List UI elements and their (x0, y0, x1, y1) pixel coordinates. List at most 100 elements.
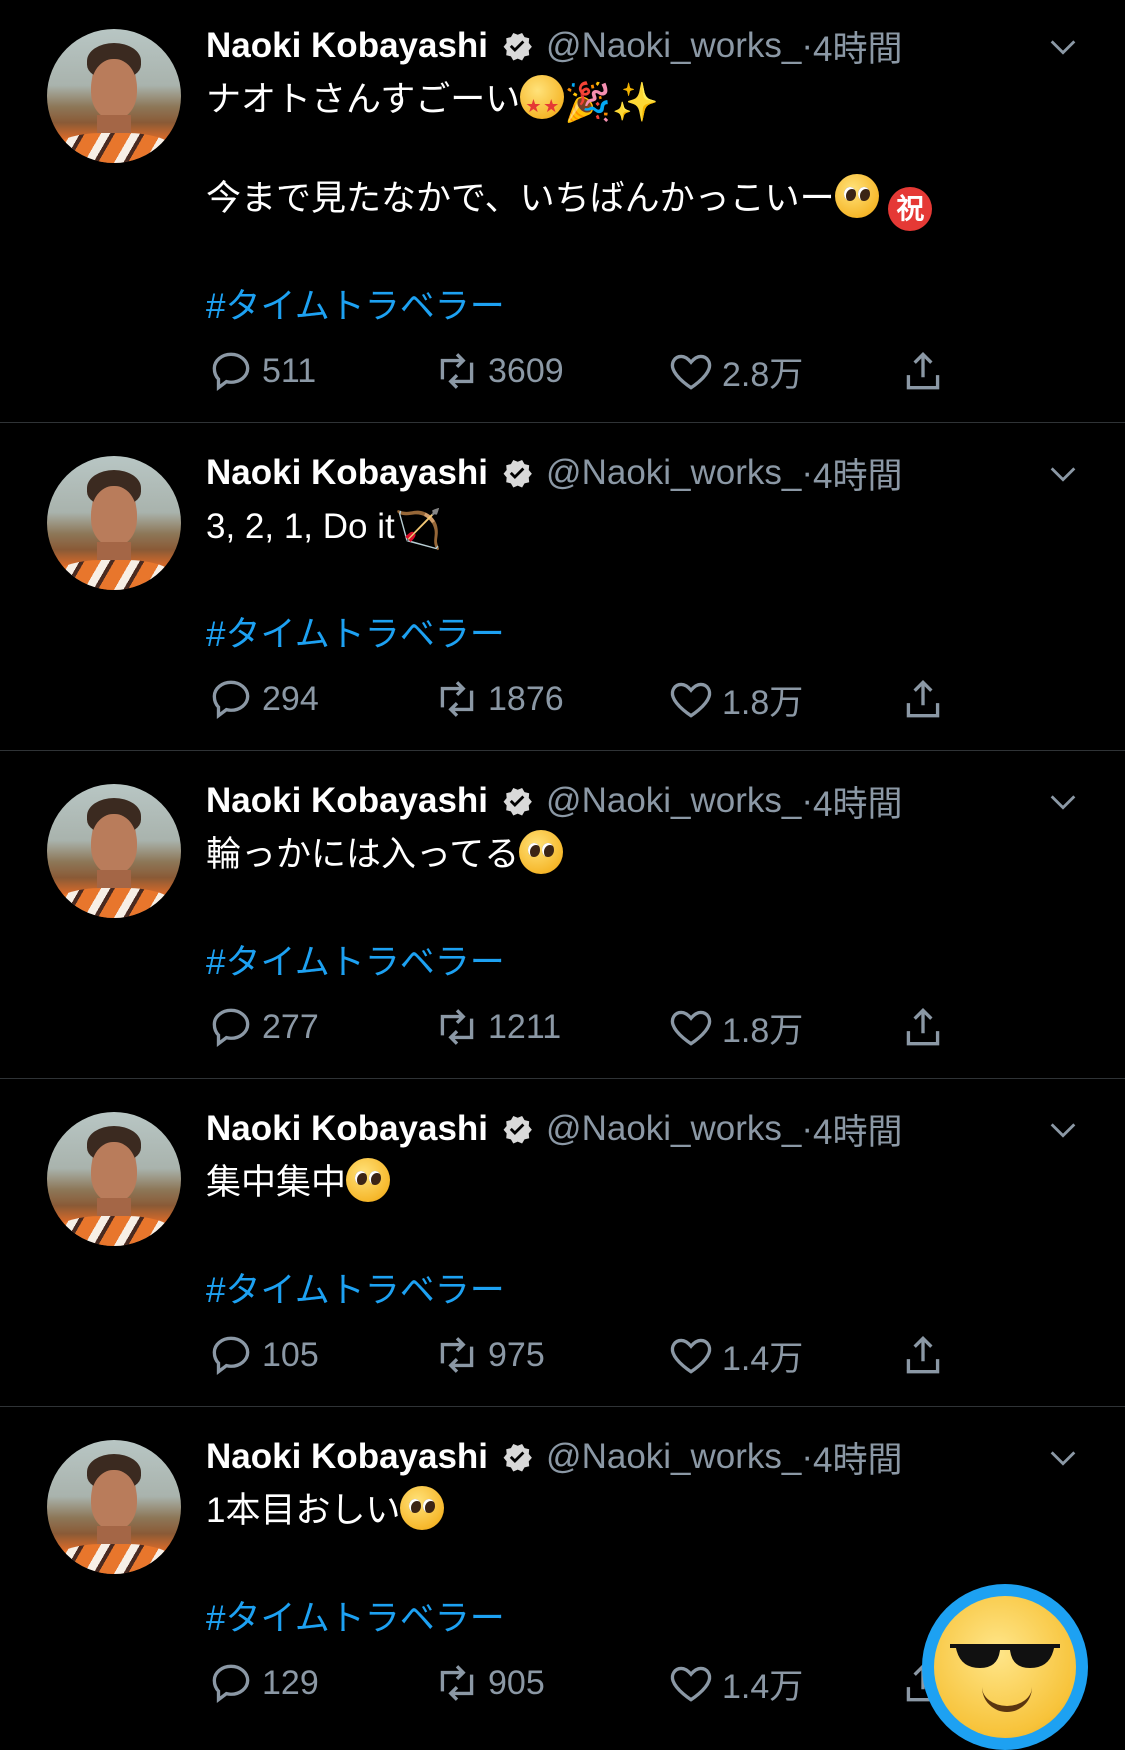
retweet-icon (440, 1665, 474, 1701)
hashtag-link[interactable]: #タイムトラベラー (206, 278, 505, 329)
separator-dot: · (801, 26, 814, 65)
heart-icon (670, 1338, 712, 1374)
avatar[interactable] (47, 1440, 181, 1574)
like-button[interactable]: 1.4万 (666, 1658, 803, 1708)
party-popper-emoji: 🎉 (564, 82, 612, 124)
tweet-text-line: 今まで見たなかで、いちばんかっこいー 祝 (206, 174, 933, 231)
pleading-face-emoji (834, 174, 879, 218)
reply-count: 105 (262, 1335, 319, 1374)
chevron-down-icon[interactable] (1046, 1113, 1080, 1147)
avatar[interactable] (47, 784, 181, 918)
like-button[interactable]: 1.4万 (666, 1330, 803, 1380)
tweet-header: Naoki Kobayashi @Naoki_works_ · 4時間 (206, 781, 903, 824)
reply-icon (212, 680, 250, 720)
share-button[interactable] (898, 346, 954, 396)
tweet[interactable]: Naoki Kobayashi @Naoki_works_ · 4時間 ナオトさ… (0, 0, 1125, 423)
retweet-button[interactable]: 1876 (432, 674, 564, 724)
avatar[interactable] (47, 1112, 181, 1246)
retweet-count: 1876 (488, 679, 564, 718)
like-count: 1.8万 (722, 683, 804, 722)
retweet-button[interactable]: 905 (432, 1658, 545, 1708)
tweet-time[interactable]: 4時間 (813, 21, 902, 72)
author-handle[interactable]: @Naoki_works_ (546, 26, 801, 66)
tweet[interactable]: Naoki Kobayashi @Naoki_works_ · 4時間 輪っかに… (0, 751, 1125, 1079)
tweet-time[interactable]: 4時間 (813, 1104, 902, 1155)
share-icon (906, 1007, 940, 1046)
tweet-actions: 277 1211 1.8万 (206, 1002, 1026, 1052)
like-button[interactable]: 1.8万 (666, 674, 803, 724)
separator-dot: · (801, 1437, 814, 1476)
author-handle[interactable]: @Naoki_works_ (546, 453, 801, 493)
hashtag-link[interactable]: #タイムトラベラー (206, 606, 505, 657)
share-icon (906, 1335, 940, 1374)
author-name[interactable]: Naoki Kobayashi (206, 453, 488, 493)
smile-mouth (982, 1684, 1032, 1712)
reply-icon (212, 1008, 250, 1048)
author-name[interactable]: Naoki Kobayashi (206, 781, 488, 821)
tweet-actions: 511 3609 2.8万 (206, 346, 1026, 396)
chevron-down-icon[interactable] (1046, 30, 1080, 64)
sunglasses-icon (950, 1644, 1060, 1668)
like-count: 1.4万 (722, 1667, 804, 1706)
tweet-text-line: 集中集中 (206, 1158, 391, 1208)
like-button[interactable]: 1.8万 (666, 1002, 803, 1052)
verified-icon (503, 1115, 532, 1144)
verified-icon (503, 1443, 532, 1472)
separator-dot: · (801, 453, 814, 492)
share-button[interactable] (898, 1330, 954, 1380)
like-button[interactable]: 2.8万 (666, 346, 803, 396)
chevron-down-icon[interactable] (1046, 457, 1080, 491)
pleading-face-emoji (346, 1158, 391, 1202)
author-name[interactable]: Naoki Kobayashi (206, 1437, 488, 1477)
retweet-icon (440, 1337, 474, 1373)
hashtag-link[interactable]: #タイムトラベラー (206, 934, 505, 985)
tweet[interactable]: Naoki Kobayashi @Naoki_works_ · 4時間 集中集中… (0, 1079, 1125, 1407)
retweet-button[interactable]: 3609 (432, 346, 564, 396)
reply-count: 294 (262, 679, 319, 718)
reply-button[interactable]: 277 (206, 1002, 319, 1052)
star-struck-emoji (520, 75, 565, 131)
tweet-actions: 105 975 1.4万 (206, 1330, 1026, 1380)
separator-dot: · (801, 781, 814, 820)
sparkles-emoji: ✨ (611, 82, 659, 124)
reply-icon (212, 1336, 250, 1376)
retweet-icon (440, 353, 474, 389)
chevron-down-icon[interactable] (1046, 1441, 1080, 1475)
reply-count: 129 (262, 1663, 319, 1702)
author-handle[interactable]: @Naoki_works_ (546, 1109, 801, 1149)
congratulations-emoji: 祝 (888, 187, 933, 231)
verified-icon (503, 787, 532, 816)
reply-button[interactable]: 105 (206, 1330, 319, 1380)
heart-icon (670, 682, 712, 718)
author-handle[interactable]: @Naoki_works_ (546, 781, 801, 821)
reply-button[interactable]: 511 (206, 346, 316, 396)
tweet[interactable]: Naoki Kobayashi @Naoki_works_ · 4時間 3, 2… (0, 423, 1125, 751)
hashtag-link[interactable]: #タイムトラベラー (206, 1590, 505, 1641)
tweet-header: Naoki Kobayashi @Naoki_works_ · 4時間 (206, 26, 903, 69)
hashtag-link[interactable]: #タイムトラベラー (206, 1262, 505, 1313)
chevron-down-icon[interactable] (1046, 785, 1080, 819)
pleading-face-emoji (519, 830, 564, 874)
tweet-time[interactable]: 4時間 (813, 1432, 902, 1483)
tweet-actions: 294 1876 1.8万 (206, 674, 1026, 724)
retweet-button[interactable]: 975 (432, 1330, 545, 1380)
avatar[interactable] (47, 29, 181, 163)
retweet-button[interactable]: 1211 (432, 1002, 561, 1052)
share-button[interactable] (898, 1002, 954, 1052)
reply-button[interactable]: 294 (206, 674, 319, 724)
author-name[interactable]: Naoki Kobayashi (206, 26, 488, 66)
share-icon (906, 679, 940, 718)
retweet-icon (440, 1009, 474, 1045)
reply-count: 511 (262, 351, 317, 390)
author-name[interactable]: Naoki Kobayashi (206, 1109, 488, 1149)
share-button[interactable] (898, 674, 954, 724)
tweet-time[interactable]: 4時間 (813, 448, 902, 499)
retweet-count: 3609 (488, 351, 564, 390)
tweet-header: Naoki Kobayashi @Naoki_works_ · 4時間 (206, 1109, 903, 1152)
tweet-time[interactable]: 4時間 (813, 776, 902, 827)
reply-button[interactable]: 129 (206, 1658, 319, 1708)
author-handle[interactable]: @Naoki_works_ (546, 1437, 801, 1477)
avatar[interactable] (47, 456, 181, 590)
tweet-text-line: 輪っかには入ってる (206, 830, 564, 880)
pleading-face-emoji (400, 1486, 445, 1530)
